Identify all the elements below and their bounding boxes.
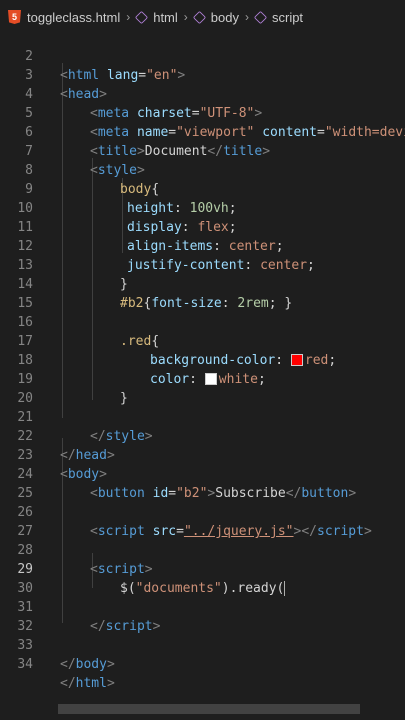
code-line: 16 .red{ bbox=[0, 294, 405, 349]
code-line: 33 </body> bbox=[0, 617, 405, 672]
breadcrumb-file[interactable]: 5 toggleclass.html bbox=[8, 10, 120, 25]
code-line: 15 bbox=[0, 275, 405, 311]
code-line: 30 bbox=[0, 560, 405, 596]
chevron-right-icon: › bbox=[244, 10, 249, 24]
element-icon bbox=[192, 10, 206, 24]
element-icon bbox=[135, 10, 149, 24]
chevron-right-icon: › bbox=[183, 10, 188, 24]
breadcrumb-html[interactable]: html bbox=[135, 10, 178, 25]
code-editor[interactable]: 2 <html lang="en"> 3 <head> 4 <meta char… bbox=[0, 28, 405, 691]
code-line: 2 <html lang="en"> bbox=[0, 28, 405, 83]
code-line: 9 height: 100vh; bbox=[0, 161, 405, 216]
code-line: 7 <style> bbox=[0, 123, 405, 178]
chevron-right-icon: › bbox=[126, 10, 131, 24]
code-line: 6 <title>Document</title> bbox=[0, 104, 405, 159]
code-line: 23 <body> bbox=[0, 427, 405, 482]
code-line: 34 </html> bbox=[0, 636, 405, 691]
code-line: 5 <meta name="viewport" content="width=d… bbox=[0, 85, 405, 140]
file-name[interactable]: toggleclass.html bbox=[27, 10, 120, 25]
code-line: 32 bbox=[0, 598, 405, 634]
code-line: 14 #b2{font-size: 2rem; } bbox=[0, 256, 405, 311]
code-line: 3 <head> bbox=[0, 47, 405, 102]
code-line: 11 align-items: center; bbox=[0, 199, 405, 254]
code-line: 13 } bbox=[0, 237, 405, 292]
breadcrumb-script[interactable]: script bbox=[253, 10, 303, 25]
code-line: 28 <script> bbox=[0, 522, 405, 577]
html5-file-icon: 5 bbox=[8, 10, 21, 24]
horizontal-scrollbar[interactable] bbox=[58, 704, 360, 714]
breadcrumb-script-label[interactable]: script bbox=[272, 10, 303, 25]
code-line: 18 color: white; bbox=[0, 332, 405, 387]
element-icon bbox=[253, 10, 268, 24]
code-line: 24 <button id="b2">Subscribe</button> bbox=[0, 446, 405, 501]
code-line: 21 </style> bbox=[0, 389, 405, 444]
line-number: 34 bbox=[17, 657, 33, 672]
code-line: 12 justify-content: center; bbox=[0, 218, 405, 273]
code-line: 31 </script> bbox=[0, 579, 405, 634]
code-line: 17 background-color: red; bbox=[0, 313, 405, 368]
breadcrumb-body[interactable]: body bbox=[192, 10, 239, 25]
code-line: 27 bbox=[0, 503, 405, 539]
code-line: 19 } bbox=[0, 351, 405, 406]
code-line: 22 </head> bbox=[0, 408, 405, 463]
breadcrumb-html-label[interactable]: html bbox=[153, 10, 178, 25]
code-line: 8 body{ bbox=[0, 142, 405, 197]
code-line: 25 bbox=[0, 465, 405, 501]
code-line: 26 <script src="../jquery.js"></script> bbox=[0, 484, 405, 539]
code-line-active[interactable]: 29 $("documents").ready( bbox=[0, 541, 405, 596]
code-line: 4 <meta charset="UTF-8"> bbox=[0, 66, 405, 121]
code-line: 20 bbox=[0, 370, 405, 406]
status-bar bbox=[0, 714, 405, 720]
code-line: 10 display: flex; bbox=[0, 180, 405, 235]
breadcrumb-body-label[interactable]: body bbox=[211, 10, 239, 25]
